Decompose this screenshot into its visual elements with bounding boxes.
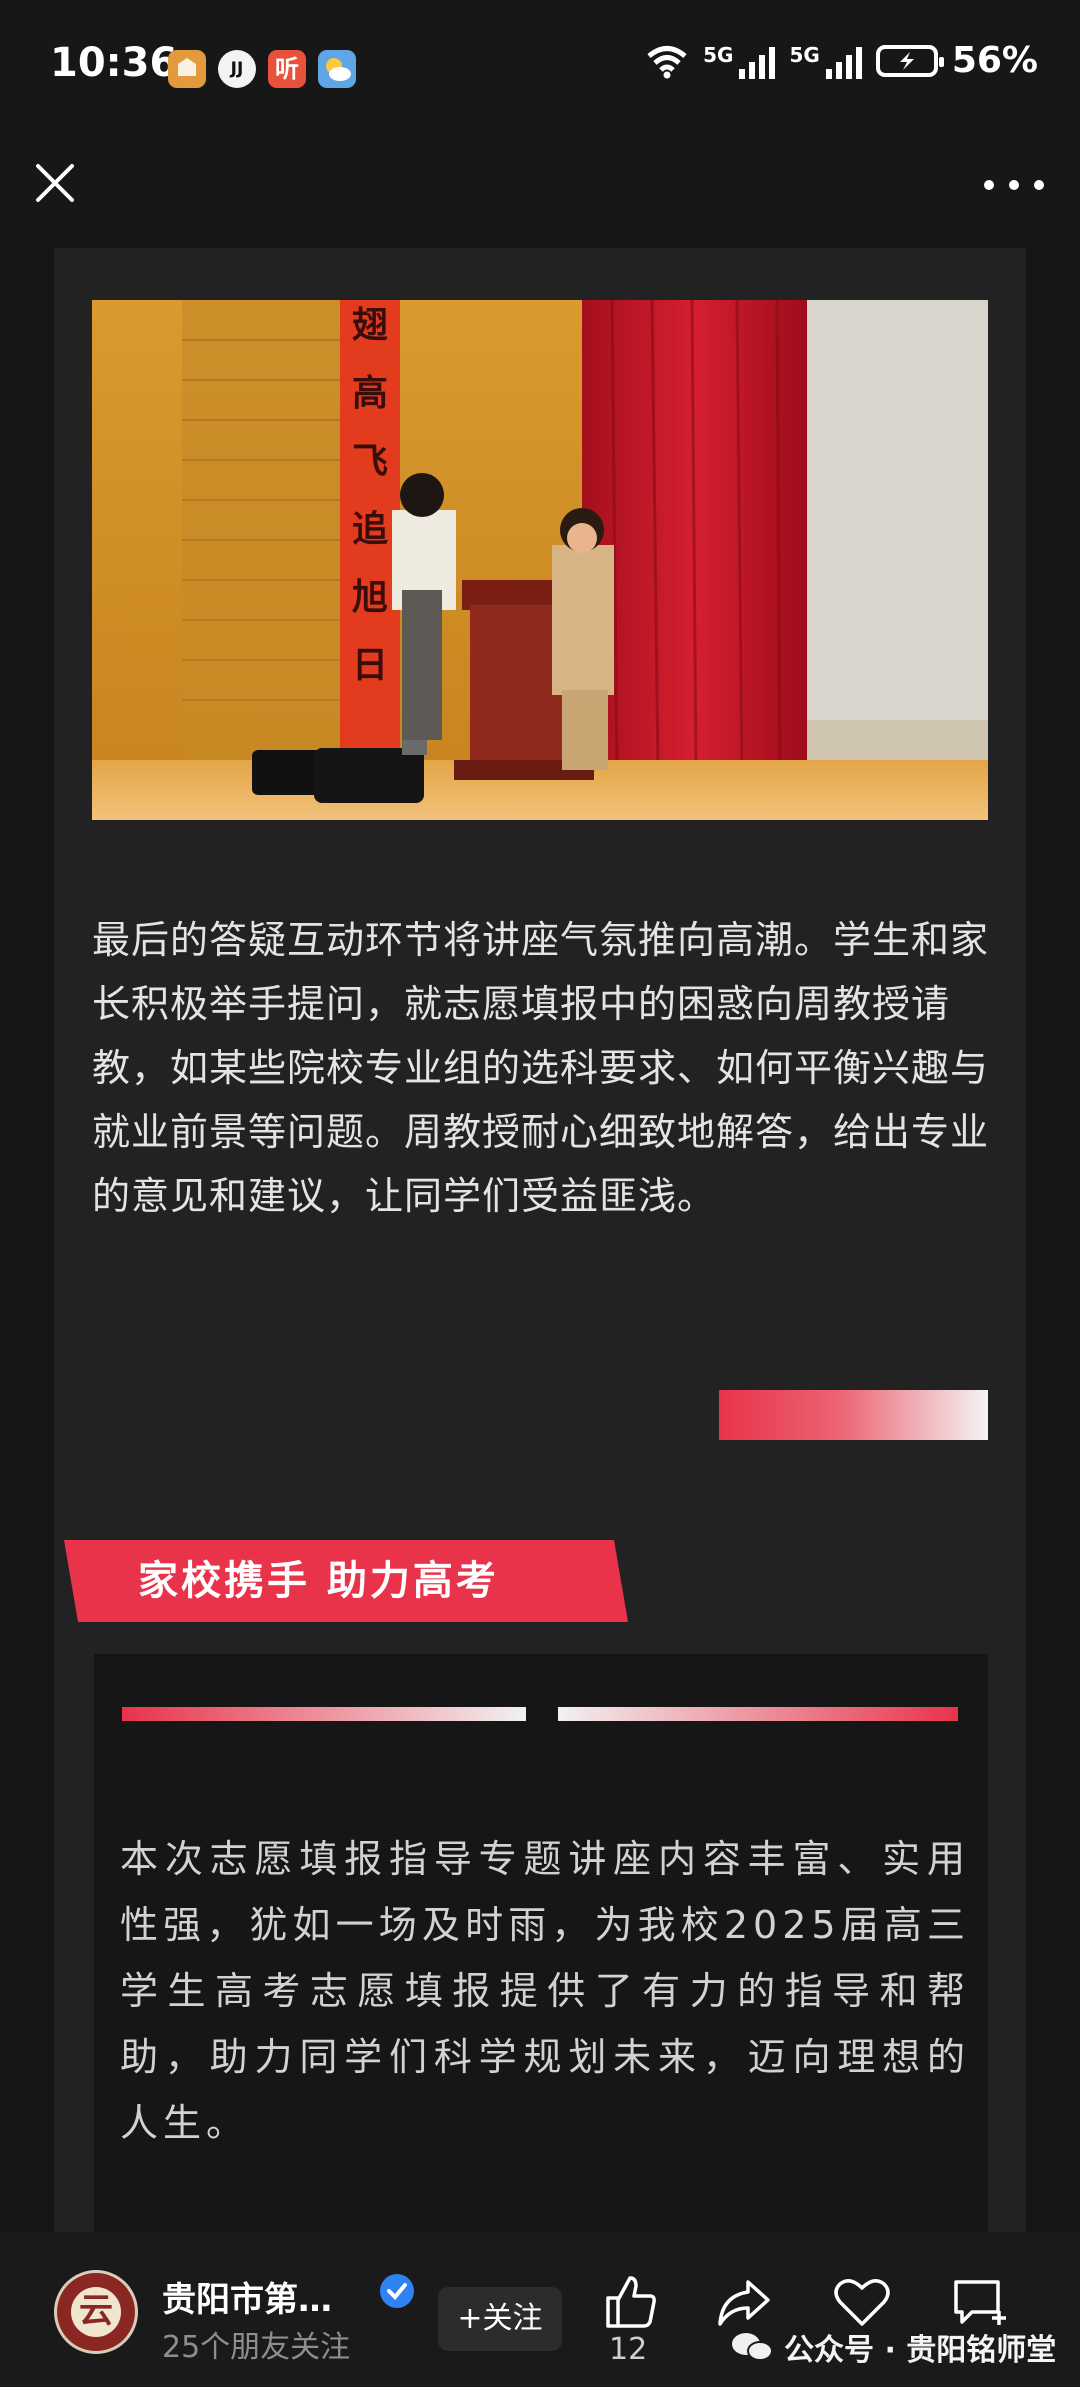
friends-following-count: 25个朋友关注 <box>162 2330 351 2365</box>
like-count: 12 <box>609 2332 648 2367</box>
bottom-action-bar: 云 贵阳市第… 25个朋友关注 +关注 12 公众号 · 贵阳铭师堂 <box>0 2232 1080 2387</box>
paragraph-qa-session: 最后的答疑互动环节将讲座气氛推向高潮。学生和家长积极举手提问，就志愿填报中的困惑… <box>92 918 990 1218</box>
cellular-signal-2-icon: 5G <box>789 43 862 79</box>
paragraph-summary: 本次志愿填报指导专题讲座内容丰富、实用性强，犹如一场及时雨，为我校2025届高三… <box>120 1837 970 2145</box>
system-status-icons: 5G 5G 56% <box>645 40 1038 81</box>
status-bar: 10:36 JJ 听 5G 5G 56% <box>0 0 1080 138</box>
decorative-line-left <box>122 1707 526 1721</box>
banner-vertical-text: 翅 高 飞 追 旭 日 <box>351 305 388 686</box>
account-name[interactable]: 贵阳市第… <box>162 2272 332 2321</box>
thumbs-up-icon <box>606 2276 656 2328</box>
decorative-red-bar <box>719 1390 988 1440</box>
watermark-text: 公众号 · 贵阳铭师堂 <box>784 2333 1057 2368</box>
battery-icon <box>875 44 944 77</box>
game-app-icon <box>168 50 206 88</box>
more-options-button[interactable] <box>984 160 1044 210</box>
summary-box: 本次志愿填报指导专题讲座内容丰富、实用性强，犹如一场及时雨，为我校2025届高三… <box>94 1654 988 2254</box>
article-header <box>0 138 1080 248</box>
like-button[interactable] <box>600 2272 660 2332</box>
more-dots-icon <box>984 180 994 190</box>
close-button[interactable] <box>30 158 80 208</box>
wifi-icon <box>647 45 687 78</box>
status-time: 10:36 <box>50 40 178 86</box>
weather-app-icon <box>318 50 356 88</box>
wechat-watermark: 公众号 · 贵阳铭师堂 <box>730 2322 1056 2372</box>
account-avatar[interactable]: 云 <box>54 2270 138 2354</box>
jr-app-icon: JJ <box>218 50 256 88</box>
wechat-logo-icon <box>732 2333 773 2361</box>
section-title: 家校携手 助力高考 <box>138 1558 499 1604</box>
battery-percentage: 56% <box>951 40 1038 81</box>
close-icon <box>36 164 74 202</box>
decorative-line-right <box>558 1707 958 1721</box>
ting-app-icon: 听 <box>268 50 306 88</box>
cellular-signal-1-icon: 5G <box>703 43 776 79</box>
verified-badge-icon <box>380 2274 414 2308</box>
article-body[interactable]: 翅 高 飞 追 旭 日 最后的答疑互动环节将讲座气氛推向高潮。学生和家长积极举手… <box>54 248 1026 2254</box>
follow-button[interactable]: +关注 <box>438 2287 562 2351</box>
lecture-photo: 翅 高 飞 追 旭 日 <box>92 300 988 820</box>
